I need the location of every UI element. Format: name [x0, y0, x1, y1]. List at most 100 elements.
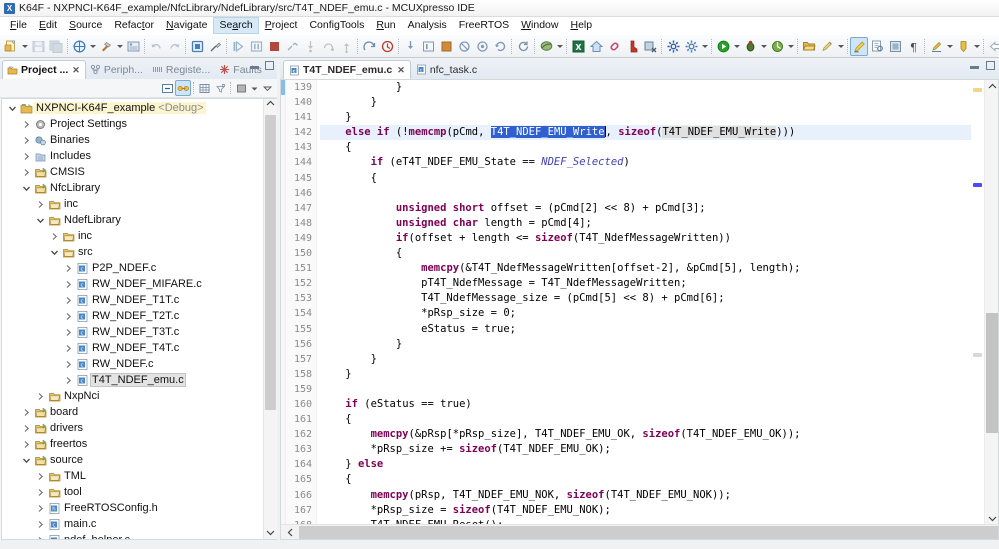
view-menu-icon[interactable]	[260, 80, 274, 96]
scroll-left-icon[interactable]	[281, 527, 299, 537]
chevron-down-icon[interactable]	[759, 37, 768, 56]
open-folder-icon[interactable]	[800, 37, 818, 56]
chevron-down-icon[interactable]	[88, 37, 97, 56]
view-menu-arrow-icon[interactable]	[249, 80, 260, 96]
link-icon[interactable]	[605, 37, 623, 56]
chevron-right-icon[interactable]	[34, 200, 47, 209]
tab-peripherals[interactable]: Periph...	[86, 60, 148, 79]
code-line[interactable]: memcpy(pRsp, T4T_NDEF_EMU_NOK, sizeof(T4…	[320, 488, 971, 503]
editor-vertical-scrollbar[interactable]	[984, 80, 998, 524]
chevron-down-icon[interactable]	[555, 37, 564, 56]
tree-item-binaries[interactable]: Binaries	[2, 132, 263, 148]
chevron-right-icon[interactable]	[48, 232, 61, 241]
scroll-down-icon[interactable]	[266, 529, 275, 538]
editor-horizontal-scrollbar[interactable]	[281, 524, 998, 539]
reload-icon[interactable]	[473, 37, 491, 56]
code-line[interactable]: T4T_NdefMessage_size = (pCmd[5] << 8) + …	[320, 291, 971, 306]
step-into-icon[interactable]	[301, 37, 319, 56]
show-grid-icon[interactable]	[196, 80, 212, 96]
view-menu-square-icon[interactable]	[233, 80, 249, 96]
hscroll-thumb[interactable]	[299, 525, 998, 539]
tree-item-rw-ndef-t4t-c[interactable]: c RW_NDEF_T4T.c	[2, 340, 263, 356]
menu-refactor[interactable]: Refactor	[108, 17, 160, 34]
boot-icon[interactable]	[623, 37, 641, 56]
step-return-icon[interactable]	[337, 37, 355, 56]
reset-icon[interactable]	[455, 37, 473, 56]
profile-icon[interactable]	[768, 37, 786, 56]
scroll-up-icon[interactable]	[266, 100, 275, 109]
scroll-thumb[interactable]	[265, 115, 276, 410]
annotation-marker[interactable]	[973, 183, 982, 187]
debug-icon[interactable]	[70, 37, 88, 56]
tree-item-tool[interactable]: tool	[2, 484, 263, 500]
undo-icon[interactable]	[147, 37, 165, 56]
nature-icon[interactable]	[537, 37, 555, 56]
chevron-down-icon[interactable]	[20, 184, 33, 193]
tree-item-inc[interactable]: inc	[2, 196, 263, 212]
instruction-stepping-icon[interactable]	[360, 37, 378, 56]
tree-item-freertosconfig-h[interactable]: h FreeRTOSConfig.h	[2, 500, 263, 516]
debug-bug-icon[interactable]	[741, 37, 759, 56]
chevron-right-icon[interactable]	[62, 296, 75, 305]
tree-item-includes[interactable]: Includes	[2, 148, 263, 164]
pilcrow-icon[interactable]: ¶	[904, 37, 922, 56]
code-line[interactable]: memcpy(&T4T_NdefMessageWritten[offset-2]…	[320, 261, 971, 276]
chevron-right-icon[interactable]	[20, 120, 33, 129]
settings-gear2-icon[interactable]	[682, 37, 700, 56]
chevron-right-icon[interactable]	[20, 136, 33, 145]
tree-item-project-settings[interactable]: Project Settings	[2, 116, 263, 132]
code-line[interactable]: } else	[320, 457, 971, 472]
stop-icon[interactable]	[265, 37, 283, 56]
tree-item-p2p-ndef-c[interactable]: c P2P_NDEF.c	[2, 260, 263, 276]
code-line[interactable]: {	[320, 171, 971, 186]
chevron-down-icon[interactable]	[945, 37, 954, 56]
code-line[interactable]: }	[320, 95, 971, 110]
code-line[interactable]: }	[320, 352, 971, 367]
resume-icon[interactable]	[229, 37, 247, 56]
tree-item-drivers[interactable]: drivers	[2, 420, 263, 436]
tree-item-cmsis[interactable]: CMSIS	[2, 164, 263, 180]
code-line[interactable]: {	[320, 412, 971, 427]
excel-export-icon[interactable]: X	[569, 37, 587, 56]
code-line[interactable]	[320, 186, 971, 201]
remove-all-icon[interactable]	[641, 37, 659, 56]
tree-item-ndeflibrary[interactable]: NdefLibrary	[2, 212, 263, 228]
menu-freertos[interactable]: FreeRTOS	[453, 17, 515, 34]
close-icon[interactable]: ✕	[72, 65, 80, 76]
chevron-right-icon[interactable]	[62, 328, 75, 337]
tree-item-t4t-ndef-emu-c[interactable]: c T4T_NDEF_emu.c	[2, 372, 263, 388]
new-file-icon[interactable]	[2, 37, 20, 56]
code-line[interactable]: *pRsp_size = sizeof(T4T_NDEF_EMU_NOK);	[320, 503, 971, 518]
menu-help[interactable]: Help	[564, 17, 598, 34]
menu-window[interactable]: Window	[515, 17, 564, 34]
tree-item-rw-ndef-t2t-c[interactable]: c RW_NDEF_T2T.c	[2, 308, 263, 324]
tree-item-rw-ndef-c[interactable]: c RW_NDEF.c	[2, 356, 263, 372]
selected-text[interactable]: T4T_NDEF_EMU_Write	[490, 126, 605, 139]
chevron-right-icon[interactable]	[34, 488, 47, 497]
minimize-icon[interactable]	[970, 62, 979, 69]
step-over2-icon[interactable]	[419, 37, 437, 56]
chevron-down-icon[interactable]	[972, 37, 981, 56]
chevron-right-icon[interactable]	[20, 440, 33, 449]
annotation-marker[interactable]	[973, 353, 982, 357]
build-hammer-icon[interactable]	[97, 37, 115, 56]
scroll-down-icon[interactable]	[987, 513, 997, 523]
code-line[interactable]: if (eStatus == true)	[320, 397, 971, 412]
code-line[interactable]: unsigned short offset = (pCmd[2] << 8) +…	[320, 201, 971, 216]
maximize-icon[interactable]	[986, 61, 995, 70]
filters-icon[interactable]	[212, 80, 228, 96]
step-ret2-icon[interactable]	[437, 37, 455, 56]
minimize-icon[interactable]	[250, 62, 259, 69]
menu-file[interactable]: File	[4, 17, 33, 34]
editor-tab-nfc-task[interactable]: c nfc_task.c	[411, 60, 482, 79]
chevron-down-icon[interactable]	[115, 37, 124, 56]
chevron-right-icon[interactable]	[62, 360, 75, 369]
code-line[interactable]: {	[320, 140, 971, 155]
chevron-right-icon[interactable]	[62, 312, 75, 321]
save-all-icon[interactable]	[47, 37, 65, 56]
code-line[interactable]: }	[320, 80, 971, 95]
tree-item-ndef-helper-c[interactable]: c ndef_helper.c	[2, 532, 263, 539]
menu-source[interactable]: Source	[63, 17, 108, 34]
code-line[interactable]: {	[320, 246, 971, 261]
tab-registers[interactable]: Registe...	[148, 60, 215, 79]
